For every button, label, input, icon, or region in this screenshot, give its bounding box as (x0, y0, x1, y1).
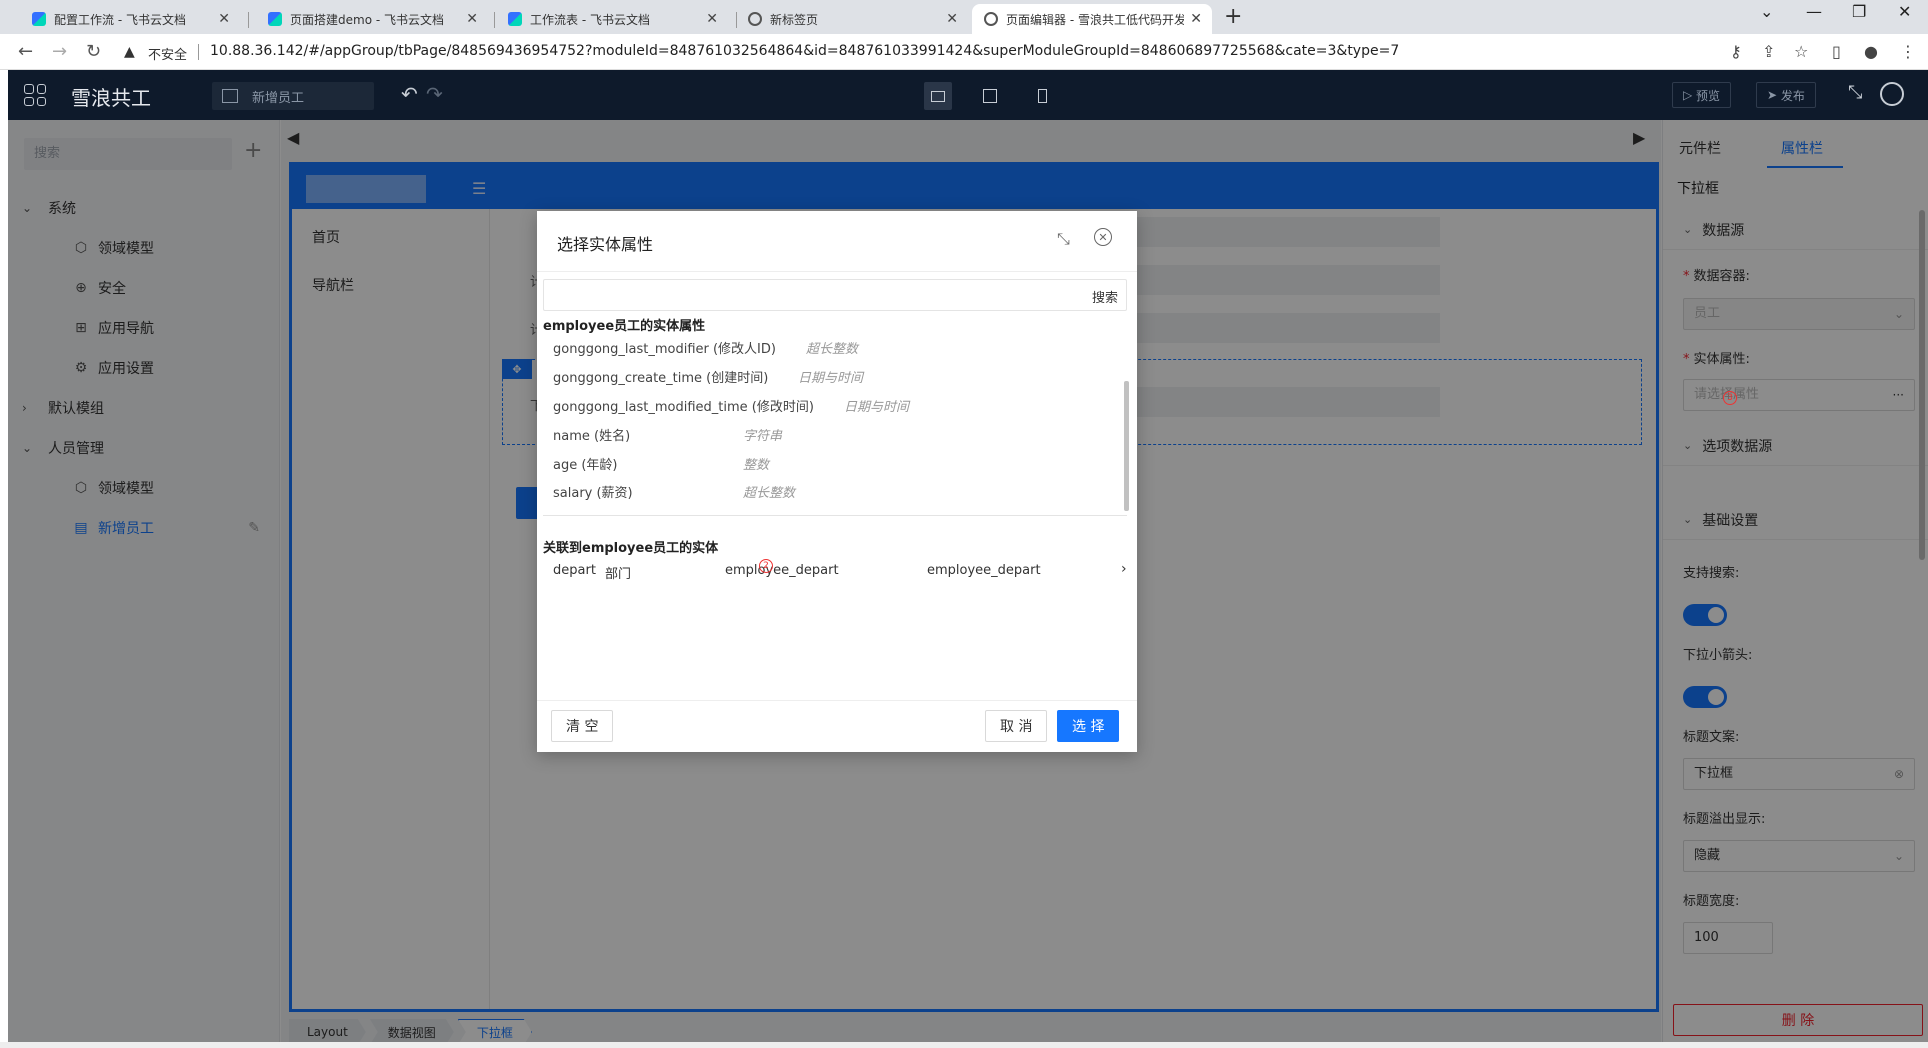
cancel-button[interactable]: 取 消 (985, 710, 1048, 742)
attr-type: 超长整数 (743, 486, 796, 501)
minimize-button[interactable]: — (1806, 2, 1822, 21)
feishu-doc-icon (508, 12, 522, 26)
globe-icon (984, 12, 998, 26)
warning-icon[interactable]: ▲ (124, 44, 135, 60)
fullscreen-icon[interactable]: ⤡ (1057, 229, 1070, 249)
attr-item[interactable]: gonggong_create_time (创建时间) (553, 367, 768, 386)
reload-icon[interactable]: ↻ (86, 41, 101, 62)
preview-button[interactable]: ▷ 预览 (1672, 82, 1732, 108)
close-icon[interactable]: ✕ (1190, 11, 1202, 27)
globe-icon (748, 12, 762, 26)
relation-target[interactable]: employee_depart (927, 563, 1041, 578)
browser-tab-3[interactable]: 工作流表 - 飞书云文档 ✕ (496, 4, 728, 34)
publish-button[interactable]: ➤ 发布 (1756, 82, 1816, 108)
layout-icon (222, 89, 238, 103)
app-topbar: 雪浪共工 新增员工 ↶ ↷ ▷ 预览 ➤ 发布 ⤡ (8, 70, 1928, 120)
tab-label: 配置工作流 - 飞书云文档 (54, 12, 186, 27)
key-icon[interactable]: ⚷ (1730, 42, 1742, 61)
attr-type: 字符串 (743, 429, 783, 444)
mobile-view-button[interactable] (1028, 82, 1056, 110)
dialog-title: 选择实体属性 (557, 235, 654, 254)
attr-type: 超长整数 (806, 342, 859, 357)
browser-tab-5-active[interactable]: 页面编辑器 - 雪浪共工低代码开发 ✕ (972, 4, 1212, 34)
attr-type: 整数 (743, 458, 770, 473)
side-panel-icon[interactable]: ▯ (1832, 42, 1841, 61)
collapse-icon[interactable]: ⤡ (1848, 82, 1862, 103)
clear-button[interactable]: 清 空 (551, 710, 614, 742)
browser-tab-1[interactable]: 配置工作流 - 飞书云文档 ✕ (20, 4, 240, 34)
attr-item[interactable]: gonggong_last_modified_time (修改时间) (553, 396, 814, 415)
relation-section-title: 关联到employee员工的实体 (543, 541, 719, 556)
tablet-view-button[interactable] (976, 82, 1004, 110)
attr-type: 日期与时间 (844, 400, 910, 415)
restore-button[interactable]: ❐ (1852, 2, 1866, 21)
attr-search-input[interactable]: 搜索 (543, 279, 1127, 311)
new-tab-button[interactable]: + (1224, 4, 1242, 29)
window-close-button[interactable]: ✕ (1898, 2, 1911, 21)
publish-label: 发布 (1780, 88, 1805, 103)
user-avatar[interactable] (1880, 82, 1904, 106)
click-marker-icon: 2 (759, 559, 773, 573)
insecure-label[interactable]: 不安全 (148, 44, 187, 63)
menu-dots-icon[interactable]: ⋮ (1900, 42, 1916, 61)
phone-icon (1037, 89, 1047, 103)
relation-entity[interactable]: employee_depart (725, 563, 839, 578)
browser-tab-2[interactable]: 页面搭建demo - 飞书云文档 ✕ (256, 4, 488, 34)
tab-label: 页面搭建demo - 飞书云文档 (290, 12, 444, 27)
select-entity-attr-dialog: 选择实体属性 ⤡ ✕ 搜索 employee员工的实体属性 gonggong_l… (537, 211, 1137, 752)
undo-icon[interactable]: ↶ (401, 82, 418, 106)
preview-label: 预览 (1696, 88, 1721, 103)
brand-name: 雪浪共工 (71, 86, 151, 110)
bookmark-star-icon[interactable]: ☆ (1794, 42, 1808, 61)
attr-item[interactable]: salary (薪资) (553, 482, 633, 501)
browser-tab-bar: 配置工作流 - 飞书云文档 ✕ 页面搭建demo - 飞书云文档 ✕ 工作流表 … (0, 0, 1928, 34)
relation-label[interactable]: 部门 (605, 563, 631, 582)
tab-label: 工作流表 - 飞书云文档 (530, 12, 650, 27)
page-name: 新增员工 (252, 90, 305, 106)
app-grid-icon[interactable] (24, 84, 46, 106)
share-icon[interactable]: ⇪ (1762, 42, 1775, 61)
close-icon[interactable]: ✕ (946, 11, 958, 27)
tab-label: 新标签页 (770, 12, 819, 27)
close-icon[interactable]: ✕ (218, 11, 230, 27)
search-button[interactable]: 搜索 (1092, 287, 1118, 306)
browser-tab-4[interactable]: 新标签页 ✕ (736, 4, 968, 34)
close-icon[interactable]: ✕ (1094, 228, 1112, 246)
forward-icon[interactable]: → (52, 41, 67, 62)
current-page-chip[interactable]: 新增员工 (212, 82, 374, 110)
feishu-doc-icon (268, 12, 282, 26)
attr-list-scrollbar[interactable] (1124, 381, 1129, 511)
entity-attr-section-title: employee员工的实体属性 (543, 319, 706, 334)
relation-field[interactable]: depart (553, 563, 596, 578)
url-input[interactable]: 10.88.36.142/#/appGroup/tbPage/848569436… (210, 43, 1399, 59)
tablet-icon (983, 89, 997, 103)
redo-icon[interactable]: ↷ (426, 82, 443, 106)
attr-item[interactable]: gonggong_last_modifier (修改人ID) (553, 338, 776, 357)
click-marker-icon: 3 (1723, 391, 1737, 405)
close-icon[interactable]: ✕ (706, 11, 718, 27)
back-icon[interactable]: ← (18, 41, 33, 62)
expand-relation-icon[interactable]: › (1121, 561, 1127, 577)
attr-item[interactable]: name (姓名) (553, 425, 630, 444)
tab-search-icon[interactable]: ⌄ (1760, 2, 1773, 21)
tab-label: 页面编辑器 - 雪浪共工低代码开发 (1006, 12, 1185, 27)
taskbar-edge (0, 1042, 1928, 1048)
attr-item[interactable]: age (年龄) (553, 454, 618, 473)
profile-icon[interactable]: ● (1864, 42, 1878, 61)
desktop-view-button[interactable] (924, 82, 952, 110)
feishu-doc-icon (32, 12, 46, 26)
select-button[interactable]: 选 择 (1057, 710, 1120, 742)
monitor-icon (931, 90, 945, 102)
attr-type: 日期与时间 (798, 371, 864, 386)
address-bar: ← → ↻ ▲ 不安全 10.88.36.142/#/appGroup/tbPa… (0, 34, 1928, 70)
close-icon[interactable]: ✕ (466, 11, 478, 27)
